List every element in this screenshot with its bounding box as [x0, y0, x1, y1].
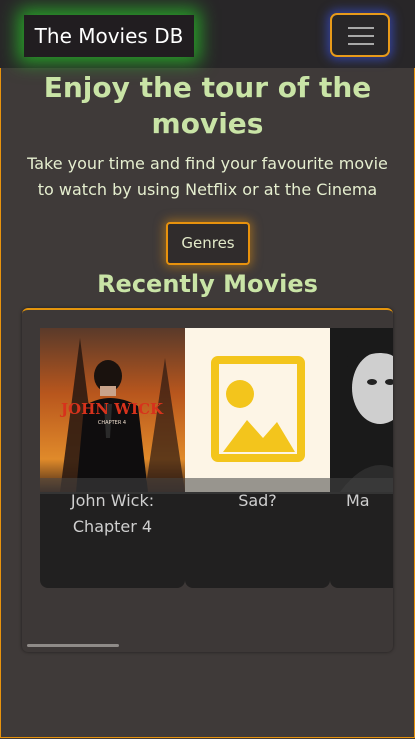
movie-poster: JOHN WICK CHAPTER 4 [40, 328, 185, 492]
menu-toggle-button[interactable] [330, 13, 390, 57]
hamburger-menu-icon [348, 43, 374, 45]
carousel-scrollbar[interactable] [27, 644, 119, 647]
john-wick-poster-image: JOHN WICK CHAPTER 4 [40, 328, 185, 492]
hero-subtitle: Take your time and find your favourite m… [27, 154, 388, 199]
genres-button[interactable]: Genres [166, 222, 250, 265]
hamburger-menu-icon [348, 35, 374, 37]
navbar: The Movies DB [0, 0, 415, 68]
movie-card-sad[interactable]: Sad? [185, 328, 330, 588]
movie-poster [330, 328, 393, 492]
movies-track: JOHN WICK CHAPTER 4 John Wick: Chapter 4… [40, 328, 393, 590]
movie-card-john-wick[interactable]: JOHN WICK CHAPTER 4 John Wick: Chapter 4 [40, 328, 185, 588]
hero-title: Enjoy the tour of the movies [43, 71, 372, 140]
brand-logo[interactable]: The Movies DB [24, 15, 194, 57]
poster-title-text: JOHN WICK [59, 400, 164, 418]
movie-poster-image [330, 328, 393, 492]
recent-movies-title: Recently Movies [97, 270, 318, 298]
movie-title: Ma [346, 491, 370, 510]
movie-poster [185, 328, 330, 492]
movie-title: Sad? [238, 491, 277, 510]
movie-card-partial[interactable]: Ma [330, 328, 393, 588]
movie-title: John Wick: Chapter 4 [70, 491, 155, 536]
movies-carousel[interactable]: JOHN WICK CHAPTER 4 John Wick: Chapter 4… [22, 308, 393, 652]
hamburger-menu-icon [348, 27, 374, 29]
poster-subtitle-text: CHAPTER 4 [98, 420, 126, 426]
image-placeholder-icon [185, 328, 330, 492]
